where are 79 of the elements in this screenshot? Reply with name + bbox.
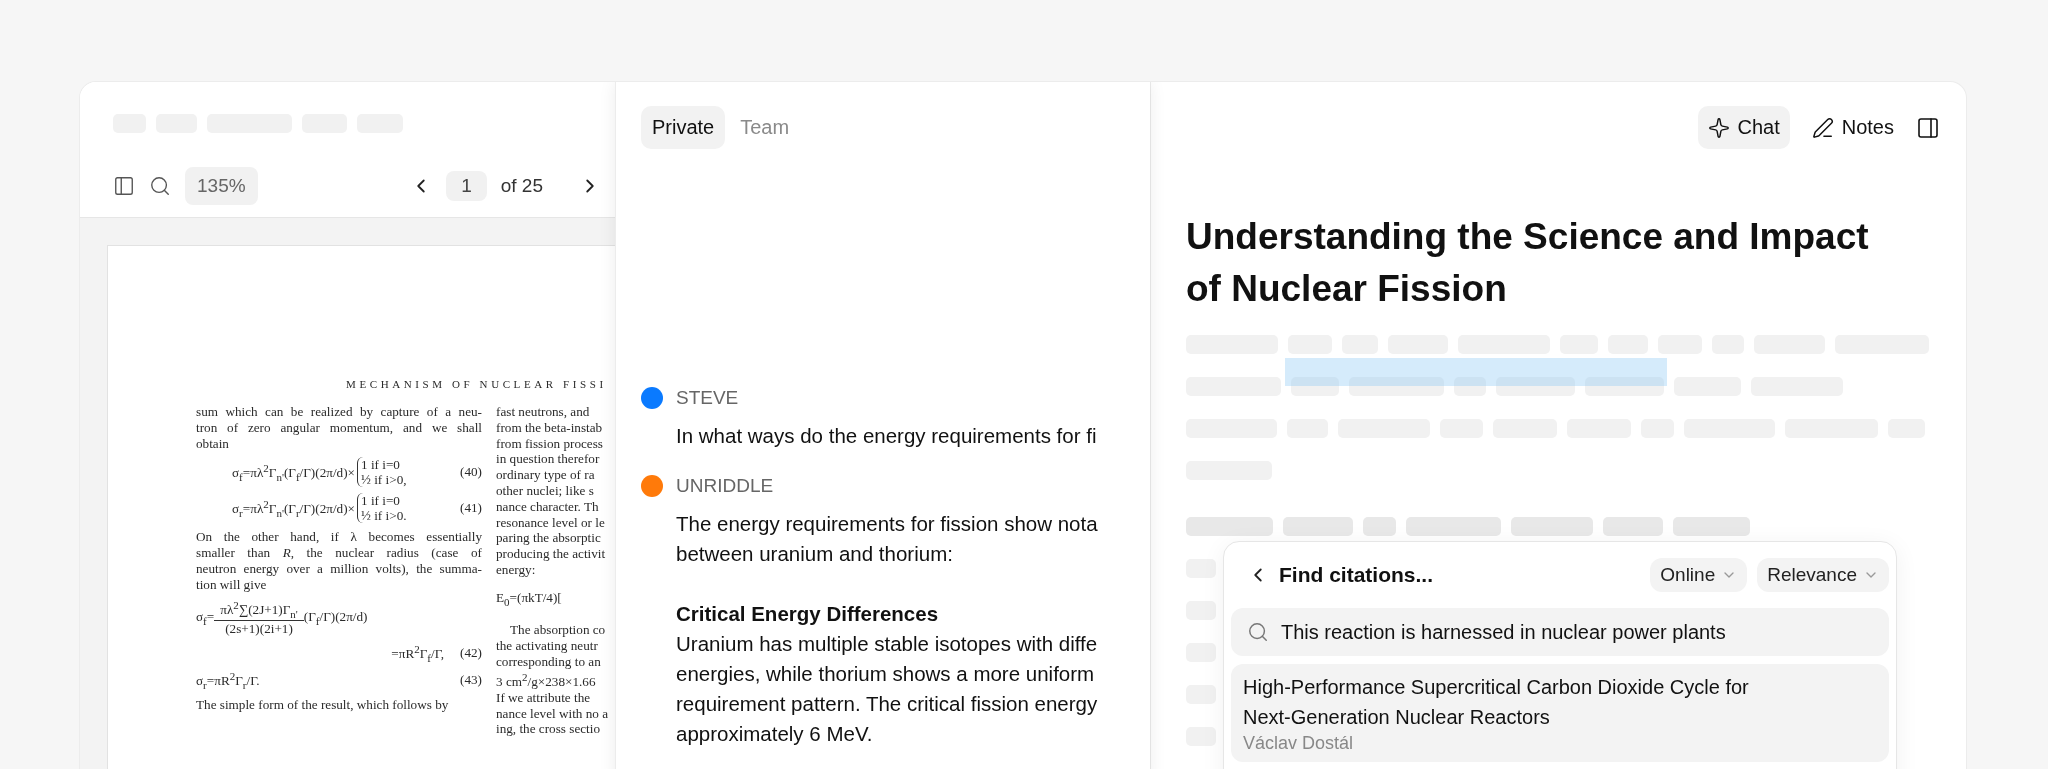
document-title: Understanding the Science and Impact of Nuclear Fission [1186, 215, 1870, 311]
message-text: In what ways do the energy requirements for fi [675, 423, 1098, 449]
message-author: UNRIDDLE [676, 475, 774, 497]
document-text-line: ordinary type of ra [496, 467, 596, 483]
document-text-line: ing, the cross sectio [496, 721, 601, 738]
document-text-line: producing the activit [496, 546, 607, 562]
chat-tab[interactable]: Private [641, 106, 726, 149]
result-author: Václav Dostál [1243, 732, 1355, 754]
document-text-line: the activating neutr [496, 638, 599, 654]
page-count: of 25 [500, 175, 543, 197]
document-text-line: other nuclei; like s [496, 483, 595, 499]
document-header: MECHANISM OF NUCLEAR FISSI [345, 378, 608, 390]
equation-text: 1 if i=0 [361, 457, 401, 473]
equation-number: (43) [460, 672, 482, 689]
search-icon[interactable] [149, 175, 171, 197]
message-author: STEVE [676, 387, 739, 409]
zoom-level[interactable]: 135% [185, 167, 258, 205]
equation-text: σ$_{r}$=πR$^{2}$Γ$_{r}$/Γ. [196, 669, 260, 691]
page-number-field[interactable]: 1 [446, 171, 487, 201]
document-text-line: obtain [196, 435, 230, 452]
message-text: The energy requirements for fission show nota [675, 511, 1099, 537]
message-heading: Critical Energy Differences [675, 601, 940, 627]
sidebar-toggle-icon[interactable] [113, 175, 135, 197]
equation-text: E$_{0}$=(πkT/4)[ [496, 589, 563, 610]
equation-text: (2s+1)(2i+1) [225, 620, 293, 637]
equation-number: (40) [460, 464, 482, 481]
document-text-line: tion will give [196, 576, 268, 593]
skeleton-bar [1454, 377, 1486, 396]
document-text-line: 3 cm$^{2}$/g×238×1.66 [496, 669, 597, 690]
result-title: High-Performance Supercritical Carbon Dioxide Cycle for Next-Generation Nuclear Reactors [1243, 675, 1750, 730]
equation-text: ½ if i>0. [361, 508, 407, 524]
message-text: approximately 6 MeV. [675, 721, 874, 747]
equation-text: σ$_{f}$= [196, 608, 215, 627]
search-icon [1247, 621, 1269, 643]
equation-text: (Γ$_{f}$/Γ)(2π/d) [303, 608, 368, 627]
document-text-line: paring the absorptic [496, 530, 602, 547]
document-text-line: nance character. Th [496, 498, 600, 515]
pencil-icon [1811, 116, 1834, 139]
document-text-line: corresponding to an [496, 653, 602, 670]
message-text: Uranium has multiple stable isotopes with diffe [675, 631, 1099, 657]
document-text-line: neutron energy over a million volts), the summa- [196, 561, 482, 577]
document-text-line: resonance level or le [496, 514, 606, 531]
document-text-line: smaller than R, the nuclear radius (case of [196, 545, 482, 561]
document-text-line: tron of zero angular momentum, and we shall [196, 419, 482, 436]
citation-result[interactable]: High-Performance Supercritical Carbon Dioxide Cycle for Next-Generation Nuclear Reactors Václav Dostál [1231, 664, 1889, 762]
notes-button[interactable]: Notes [1801, 106, 1904, 149]
document-text-line: fast neutrons, and [496, 404, 591, 420]
equation-text: σ$_{r}$=πλ$^{2}$Γ$_{n'}$(Γ$_{r}$/Γ)(2π/d)× [232, 497, 355, 519]
message-text: between uranium and thorium: [675, 541, 954, 567]
equation-text: 1 if i=0 [361, 493, 401, 509]
equation-text: σ$_{f}$=πλ$^{2}$Γ$_{n'}$(Γ$_{f}$/Γ)(2π/d)× [232, 461, 355, 483]
search-field[interactable]: This reaction is harnessed in nuclear power plants [1231, 608, 1889, 656]
skeleton-bar [1603, 517, 1663, 536]
document-text-line: from the beta-instab [496, 419, 604, 436]
document-text-line: On the other hand, if λ becomes essentially [196, 529, 482, 546]
sparkle-icon [1707, 116, 1730, 139]
equation-text: πλ$^{2}$∑(2J+1)Γ$_{n'}$ [214, 598, 304, 621]
equation-text: ½ if i>0, [361, 472, 407, 488]
document-text-line: sum which can be realized by capture of a neu- [196, 404, 482, 420]
popup-title: Find citations... [1279, 563, 1434, 587]
filter-dropdown[interactable]: Relevance [1757, 558, 1889, 592]
skeleton-bar [1291, 377, 1339, 396]
message-text: requirement pattern. The critical fission energy [675, 691, 1099, 717]
panel-toggle-icon[interactable] [1916, 115, 1940, 140]
document-text-line: The simple form of the result, which follows by [196, 696, 450, 713]
document-text-line: energy: [496, 561, 537, 578]
equation-number: (41) [460, 500, 482, 517]
skeleton-bar [1283, 517, 1353, 536]
document-text-line: in question therefor [496, 451, 601, 468]
filter-dropdown[interactable]: Online [1650, 558, 1748, 592]
equation-text: =πR$^{2}$Γ$_{f}$/Γ, [391, 642, 444, 664]
document-text-line: from fission process [496, 435, 604, 452]
document-text-line: nance level with no a [496, 705, 610, 722]
equation-number: (42) [460, 645, 482, 662]
chat-button[interactable]: Chat [1697, 106, 1790, 149]
message-text: energies, while thorium shows a more uniform [675, 661, 1096, 687]
document-text-line: If we attribute the [496, 689, 592, 706]
skeleton-bar [1363, 517, 1396, 536]
document-text-line: The absorption co [509, 622, 607, 638]
